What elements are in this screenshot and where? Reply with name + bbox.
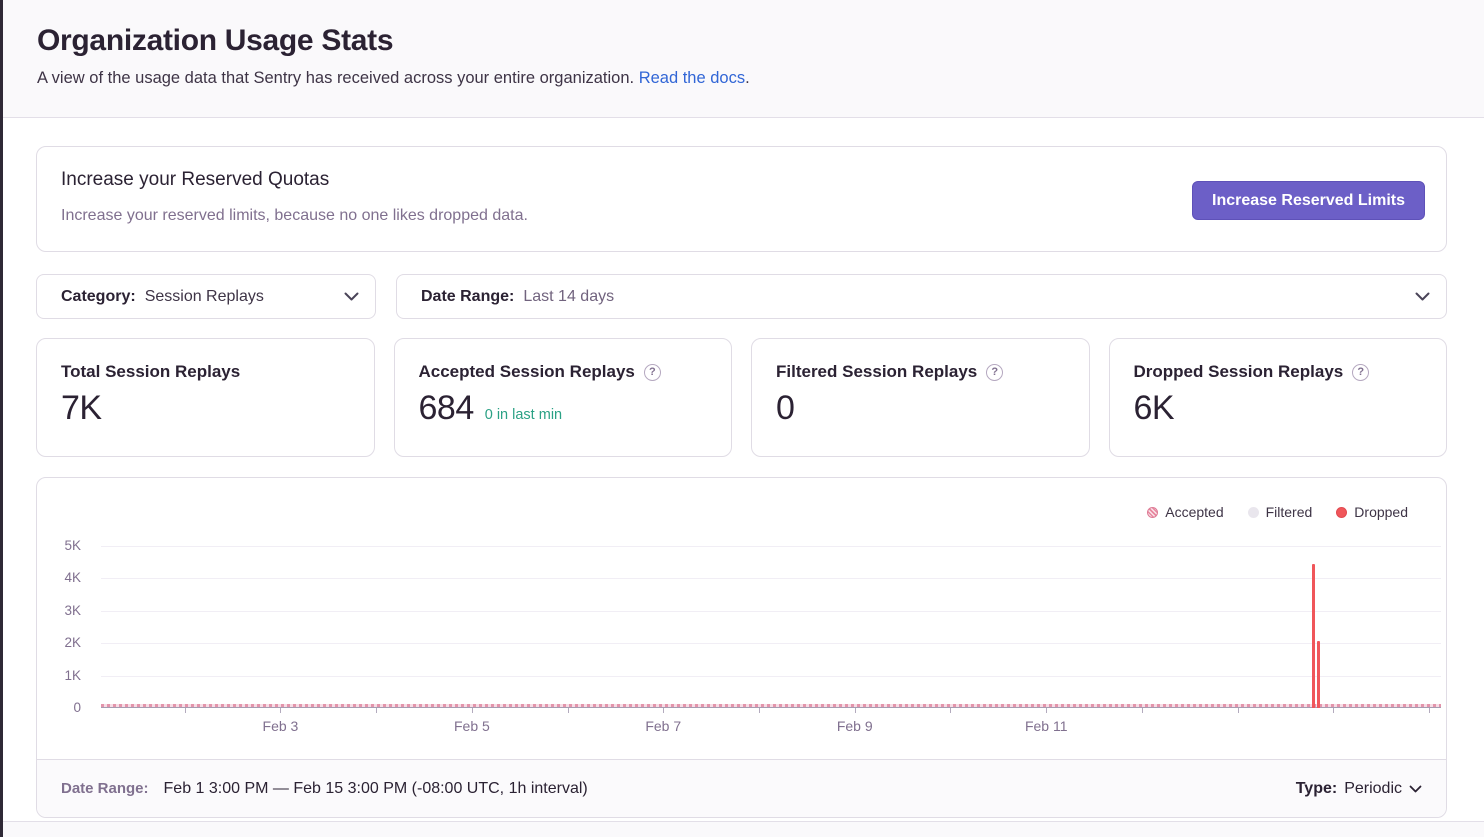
dropped-bar <box>1312 564 1316 708</box>
increase-quota-banner: Increase your Reserved Quotas Increase y… <box>36 146 1447 252</box>
y-tick-label: 0 <box>37 700 81 715</box>
chart-legend: Accepted Filtered Dropped <box>1147 504 1408 520</box>
date-range-select[interactable]: Date Range: Last 14 days <box>396 274 1447 319</box>
chart-footer: Date Range: Feb 1 3:00 PM — Feb 15 3:00 … <box>37 760 1446 817</box>
sidebar-edge <box>0 0 3 837</box>
page-subtitle-period: . <box>745 69 750 87</box>
stat-card-title: Total Session Replays <box>61 362 240 382</box>
stat-card-value: 684 <box>419 389 474 428</box>
stat-card-value: 7K <box>61 389 102 428</box>
stat-cards-row: Total Session Replays 7K Accepted Sessio… <box>36 338 1447 457</box>
gridline <box>101 611 1441 612</box>
legend-label: Dropped <box>1354 504 1408 520</box>
x-tick-label: Feb 5 <box>432 718 512 734</box>
category-select-value: Session Replays <box>145 288 264 306</box>
date-range-select-value: Last 14 days <box>523 288 614 306</box>
footer-date-range-value: Feb 1 3:00 PM — Feb 15 3:00 PM (-08:00 U… <box>164 780 588 798</box>
page-header: Organization Usage Stats A view of the u… <box>3 0 1484 118</box>
help-icon[interactable]: ? <box>644 364 661 381</box>
stat-card-trend: 0 in last min <box>485 407 562 423</box>
stat-card-title: Filtered Session Replays <box>776 362 977 382</box>
x-axis-tick <box>759 708 760 713</box>
y-tick-label: 2K <box>37 635 81 650</box>
type-dropdown[interactable]: Type: Periodic <box>1296 780 1422 798</box>
chart-plot <box>101 546 1441 708</box>
chevron-down-icon <box>1415 292 1430 301</box>
page-subtitle: A view of the usage data that Sentry has… <box>37 69 1484 88</box>
x-axis-tick <box>1142 708 1143 713</box>
y-tick-label: 4K <box>37 570 81 585</box>
category-select[interactable]: Category: Session Replays <box>36 274 376 319</box>
category-select-label: Category: <box>61 288 136 306</box>
x-tick-label: Feb 3 <box>240 718 320 734</box>
x-axis-tick <box>185 708 186 713</box>
stat-card-title: Accepted Session Replays <box>419 362 635 382</box>
accepted-baseline-bars <box>101 704 1441 707</box>
legend-item-accepted[interactable]: Accepted <box>1147 504 1223 520</box>
date-range-select-label: Date Range: <box>421 288 514 306</box>
quota-banner-title: Increase your Reserved Quotas <box>61 169 329 191</box>
stat-card-dropped: Dropped Session Replays ? 6K <box>1109 338 1448 457</box>
chart-y-axis: 01K2K3K4K5K <box>37 546 93 708</box>
read-the-docs-link[interactable]: Read the docs <box>639 69 745 87</box>
dropped-bar <box>1317 641 1321 708</box>
filtered-series-swatch-icon <box>1248 507 1259 518</box>
type-value: Periodic <box>1344 780 1402 798</box>
accepted-series-swatch-icon <box>1147 507 1158 518</box>
usage-stats-page: Organization Usage Stats A view of the u… <box>0 0 1484 837</box>
x-tick-label: Feb 9 <box>815 718 895 734</box>
page-title: Organization Usage Stats <box>37 24 1484 58</box>
usage-chart-card: Accepted Filtered Dropped 0 1K 2K 3K 4K 5K Da… <box>36 477 1447 818</box>
chevron-down-icon <box>1409 780 1422 798</box>
x-axis-tick <box>376 708 377 713</box>
x-axis-tick <box>1046 708 1047 713</box>
bottom-strip <box>3 821 1484 837</box>
legend-item-dropped[interactable]: Dropped <box>1336 504 1408 520</box>
legend-item-filtered[interactable]: Filtered <box>1248 504 1313 520</box>
chevron-down-icon <box>344 292 359 301</box>
legend-label: Accepted <box>1165 504 1223 520</box>
y-tick-label: 5K <box>37 538 81 553</box>
x-axis-tick <box>472 708 473 713</box>
x-axis-tick <box>1238 708 1239 713</box>
dropped-series-swatch-icon <box>1336 507 1347 518</box>
gridline <box>101 578 1441 579</box>
stat-card-value: 0 <box>776 389 794 428</box>
x-axis-tick <box>280 708 281 713</box>
gridline <box>101 546 1441 547</box>
quota-banner-description: Increase your reserved limits, because n… <box>61 207 528 225</box>
gridline <box>101 643 1441 644</box>
increase-reserved-limits-button[interactable]: Increase Reserved Limits <box>1192 181 1425 220</box>
legend-label: Filtered <box>1266 504 1313 520</box>
x-tick-label: Feb 11 <box>1006 718 1086 734</box>
x-axis-tick <box>1333 708 1334 713</box>
help-icon[interactable]: ? <box>986 364 1003 381</box>
help-icon[interactable]: ? <box>1352 364 1369 381</box>
x-axis-tick <box>950 708 951 713</box>
footer-date-range-label: Date Range: <box>61 780 149 797</box>
stat-card-value: 6K <box>1134 389 1175 428</box>
x-axis-tick <box>663 708 664 713</box>
stat-card-filtered: Filtered Session Replays ? 0 <box>751 338 1090 457</box>
x-axis-tick <box>568 708 569 713</box>
x-tick-label: Feb 7 <box>623 718 703 734</box>
x-axis-tick <box>855 708 856 713</box>
page-subtitle-text: A view of the usage data that Sentry has… <box>37 69 639 87</box>
y-tick-label: 1K <box>37 668 81 683</box>
x-axis-tick <box>1429 708 1430 713</box>
y-tick-label: 3K <box>37 603 81 618</box>
type-label: Type: <box>1296 780 1337 798</box>
stat-card-total: Total Session Replays 7K <box>36 338 375 457</box>
stat-card-title: Dropped Session Replays <box>1134 362 1344 382</box>
stat-card-accepted: Accepted Session Replays ? 684 0 in last… <box>394 338 733 457</box>
gridline <box>101 676 1441 677</box>
